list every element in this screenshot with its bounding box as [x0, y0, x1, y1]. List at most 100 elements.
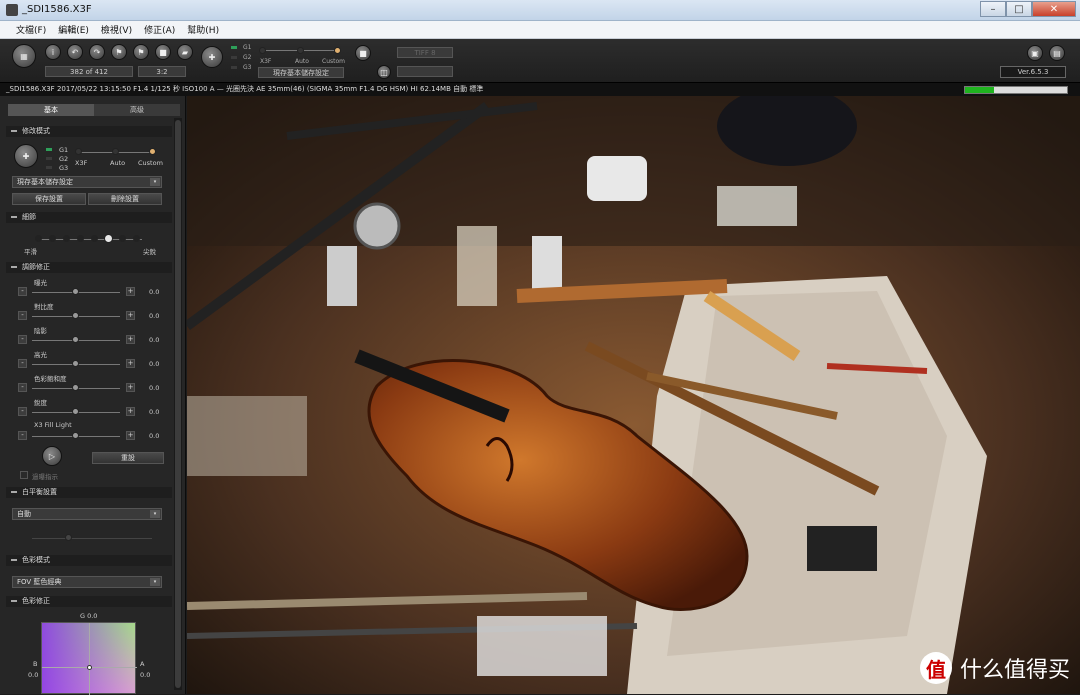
section-header-mode[interactable]: 修改模式 [6, 126, 172, 137]
layers-icon[interactable]: ◫ [377, 65, 391, 79]
panel-mode-stop-custom[interactable] [149, 148, 156, 155]
color-point-handle[interactable] [87, 665, 92, 670]
detail-stop-4[interactable] [77, 235, 84, 242]
tab-advanced[interactable]: 高级 [94, 104, 180, 116]
detail-stop-current[interactable] [104, 234, 113, 243]
menu-file[interactable]: 文檔(F) [16, 23, 46, 36]
highlight-slider-handle[interactable] [72, 360, 79, 367]
detail-stop-5[interactable] [91, 235, 98, 242]
sharpness-plus-button[interactable]: + [126, 407, 135, 416]
white-balance-select[interactable]: 自動 ▾ [12, 508, 162, 520]
image-preview[interactable]: 值 什么值得买 [187, 96, 1080, 694]
label-icon[interactable]: ⚑ [133, 44, 149, 60]
color-correction-grid[interactable] [41, 622, 137, 695]
image-info-text: _SDI1586.X3F 2017/05/22 13:15:50 F1.4 1/… [6, 85, 484, 93]
rotate-left-icon[interactable]: ↶ [67, 44, 83, 60]
stop-icon[interactable]: ■ [355, 45, 371, 61]
close-button[interactable]: ✕ [1032, 1, 1076, 17]
minimize-button[interactable]: – [980, 1, 1006, 17]
fill-light-minus-button[interactable]: - [18, 431, 27, 440]
sharpness-minus-button[interactable]: - [18, 407, 27, 416]
panel-preset-select[interactable]: 現存基本儲存設定 ▾ [12, 176, 162, 188]
x3f-label: X3F [260, 58, 272, 65]
mode-slider-stop-custom[interactable] [334, 47, 341, 54]
panel-custom-label: Custom [138, 159, 163, 167]
tab-basic[interactable]: 基本 [8, 104, 94, 116]
saturation-plus-button[interactable]: + [126, 383, 135, 392]
shadow-plus-button[interactable]: + [126, 335, 135, 344]
tone-preview-icon[interactable]: ▷ [42, 446, 62, 466]
shadow-slider-handle[interactable] [72, 336, 79, 343]
contrast-slider-handle[interactable] [72, 312, 79, 319]
reset-button[interactable]: 重設 [92, 452, 164, 464]
detail-stop-3[interactable] [63, 235, 70, 242]
saturation-minus-button[interactable]: - [18, 383, 27, 392]
watermark-text: 什么值得买 [959, 658, 1070, 683]
menu-adjust[interactable]: 修正(A) [144, 23, 175, 36]
print-icon[interactable]: ▤ [1049, 45, 1065, 61]
grid-view-icon[interactable]: ▦ [12, 44, 36, 68]
section-header-color-fix[interactable]: 色彩修正 [6, 596, 172, 607]
adjustment-panel: 基本 高级 修改模式 ✚ G1 G2 G3 X3F Auto Custom 現存… [0, 96, 186, 695]
menu-edit[interactable]: 編輯(E) [58, 23, 89, 36]
contrast-minus-button[interactable]: - [18, 311, 27, 320]
section-header-tone[interactable]: 調節修正 [6, 262, 172, 273]
detail-stop-1[interactable] [35, 235, 42, 242]
detail-sharp-label: 尖銳 [143, 248, 156, 256]
rotate-right-icon[interactable]: ↷ [89, 44, 105, 60]
mode-dial-icon[interactable]: ✚ [201, 46, 223, 68]
mode-dial-icon[interactable]: ✚ [14, 144, 38, 168]
scrollbar-thumb[interactable] [175, 120, 181, 688]
overexposure-checkbox[interactable] [20, 471, 28, 479]
fill-light-slider-handle[interactable] [72, 432, 79, 439]
exposure-plus-button[interactable]: + [126, 287, 135, 296]
section-header-wb[interactable]: 白平衡設置 [6, 487, 172, 498]
wb-fine-handle[interactable] [65, 534, 72, 541]
saturation-value: 0.0 [149, 384, 160, 392]
exposure-slider-handle[interactable] [72, 288, 79, 295]
dropdown-arrow-icon: ▾ [150, 578, 160, 586]
collapse-icon [11, 216, 17, 218]
sharpness-slider-handle[interactable] [72, 408, 79, 415]
aspect-ratio-select[interactable]: 3:2 [138, 66, 186, 77]
exposure-minus-button[interactable]: - [18, 287, 27, 296]
shadow-minus-button[interactable]: - [18, 335, 27, 344]
info-icon[interactable]: i [45, 44, 61, 60]
tiff-format-select[interactable]: TIFF 8 [397, 47, 453, 58]
trash-icon[interactable]: ▰ [177, 44, 193, 60]
mode-slider-stop-auto[interactable] [297, 47, 304, 54]
panel-g2-label: G2 [59, 155, 69, 163]
processing-progress-bar [964, 86, 1068, 94]
panel-preset-text: 現存基本儲存設定 [17, 178, 73, 186]
auto-label: Auto [295, 58, 309, 65]
slider-label-shadow: 陰影 [34, 327, 47, 335]
flag-icon[interactable]: ⚑ [111, 44, 127, 60]
section-header-detail[interactable]: 細節 [6, 212, 172, 223]
output-size-select[interactable] [397, 66, 453, 77]
camera-icon[interactable]: ▣ [1027, 45, 1043, 61]
lock-icon[interactable]: ■ [155, 44, 171, 60]
preset-select[interactable]: 現存基本儲存設定 [258, 67, 344, 78]
contrast-plus-button[interactable]: + [126, 311, 135, 320]
panel-mode-stop-auto[interactable] [112, 148, 119, 155]
mode-slider-stop-x3f[interactable] [259, 47, 266, 54]
detail-stop-2[interactable] [49, 235, 56, 242]
highlight-plus-button[interactable]: + [126, 359, 135, 368]
save-settings-button[interactable]: 保存設置 [12, 193, 86, 205]
detail-stop-8[interactable] [133, 235, 140, 242]
section-header-color-mode[interactable]: 色彩模式 [6, 555, 172, 566]
menu-help[interactable]: 幫助(H) [187, 23, 219, 36]
maximize-button[interactable]: □ [1006, 1, 1032, 17]
color-mode-select[interactable]: FOV 藍色經典 ▾ [12, 576, 162, 588]
panel-mode-stop-x3f[interactable] [75, 148, 82, 155]
highlight-minus-button[interactable]: - [18, 359, 27, 368]
detail-stop-7[interactable] [119, 235, 126, 242]
slider-label-sharpness: 銳度 [34, 399, 47, 407]
g3-indicator [231, 66, 237, 69]
fill-light-plus-button[interactable]: + [126, 431, 135, 440]
image-counter[interactable]: 382 of 412 [45, 66, 133, 77]
panel-scrollbar[interactable] [174, 118, 182, 690]
menu-view[interactable]: 檢視(V) [101, 23, 132, 36]
delete-settings-button[interactable]: 刪除設置 [88, 193, 162, 205]
saturation-slider-handle[interactable] [72, 384, 79, 391]
